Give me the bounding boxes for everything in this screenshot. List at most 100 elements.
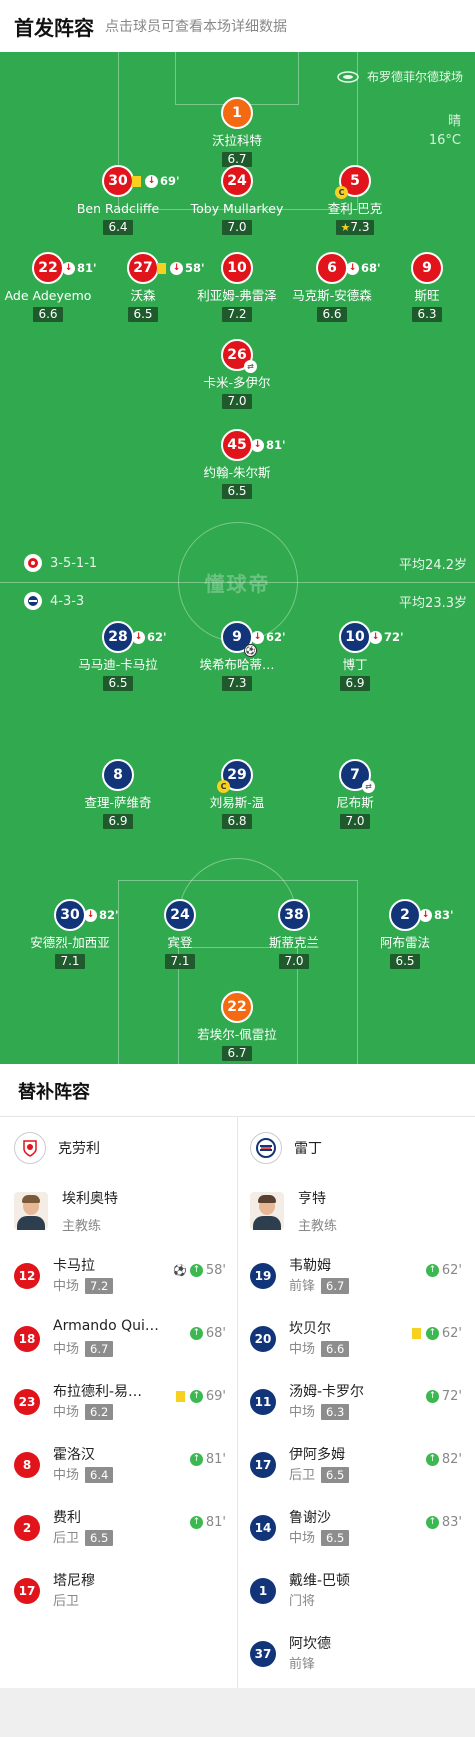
player-position: 中场 7.2 — [53, 1275, 114, 1294]
sub-minute: 62' — [147, 630, 167, 644]
away-player[interactable]: 29 C 刘易斯-温 6.8 — [177, 759, 297, 829]
sub-on-event: ↑ 62' — [411, 1326, 462, 1341]
jersey-number: 22 — [221, 991, 253, 1023]
captain-icon: C — [217, 780, 230, 793]
away-coach[interactable]: 亨特 主教练 — [250, 1188, 337, 1234]
home-substitute-row[interactable]: 17 塔尼穆 后卫 — [14, 1570, 226, 1620]
away-substitute-row[interactable]: 20 坎贝尔 中场 6.6 ↑ 62' — [250, 1318, 462, 1368]
player-name: Ben Radcliffe — [76, 201, 160, 216]
position-text: 前锋 — [289, 1279, 316, 1294]
sub-off-indicator: ↓ 81' — [251, 431, 286, 459]
jersey-number: 38 — [278, 899, 310, 931]
away-substitute-row[interactable]: 14 鲁谢沙 中场 6.5 ↑ 83' — [250, 1507, 462, 1557]
sub-on-event: ↑ 68' — [189, 1326, 226, 1341]
home-player[interactable]: 45 ↓ 81' 约翰-朱尔斯 6.5 — [177, 429, 297, 499]
player-name: 约翰-朱尔斯 — [203, 465, 271, 480]
away-substitute-row[interactable]: 19 韦勒姆 前锋 6.7 ↑ 62' — [250, 1255, 462, 1305]
sub-minute: 72' — [384, 630, 404, 644]
sub-on-event: ↑ 81' — [189, 1515, 226, 1530]
away-player[interactable]: 38 斯蒂克兰 7.0 — [234, 899, 354, 969]
player-name: 宾登 — [167, 935, 193, 950]
jersey-number: 27 ↓ 58' — [127, 252, 205, 284]
substitution-icon: ↓ — [132, 630, 145, 644]
jersey-number: 30 ↓ 82' — [54, 899, 119, 931]
rating-value: 6.4 — [108, 220, 128, 234]
home-player[interactable]: 26 ⇄ 卡米-多伊尔 7.0 — [177, 339, 297, 409]
away-substitute-row[interactable]: 1 戴维-巴顿 门将 — [250, 1570, 462, 1620]
player-name: 汤姆-卡罗尔 — [289, 1384, 365, 1400]
player-rating: 7.0 — [222, 220, 252, 235]
sub-off-indicator: ↓ 83' — [419, 901, 454, 929]
player-rating: 6.7 — [85, 1341, 114, 1357]
home-substitute-row[interactable]: 18 Armando Quit… 中场 6.7 ↑ 68' — [14, 1318, 226, 1368]
player-rating: 6.5 — [222, 484, 252, 499]
away-substitute-row[interactable]: 37 阿坎德 前锋 — [250, 1633, 462, 1683]
position-text: 中场 — [289, 1342, 316, 1357]
jersey-number: 1 — [221, 97, 253, 129]
player-name: 沃拉科特 — [211, 133, 262, 148]
rating-value: 6.6 — [38, 307, 58, 321]
player-rating: 6.9 — [103, 814, 133, 829]
player-rating: 7.2 — [85, 1278, 114, 1294]
home-substitute-row[interactable]: 8 霍洛汉 中场 6.4 ↑ 81' — [14, 1444, 226, 1494]
yellow-card-icon — [132, 175, 141, 187]
player-rating: 6.5 — [85, 1530, 114, 1546]
home-substitute-row[interactable]: 23 布拉德利-易… 中场 6.2 ↑ 69' — [14, 1381, 226, 1431]
away-player[interactable]: 22 若埃尔-佩雷拉 6.7 — [177, 991, 297, 1061]
away-player[interactable]: 28 ↓ 62' 马马迪-卡马拉 6.5 — [58, 621, 178, 691]
jersey-number: 17 — [250, 1452, 276, 1478]
away-team-header[interactable]: 雷丁 — [250, 1132, 322, 1164]
player-name: 查利-巴克 — [327, 201, 383, 216]
player-name: 鲁谢沙 — [289, 1510, 331, 1526]
jersey-number: 23 — [14, 1389, 40, 1415]
weather-info: 晴 16°C — [429, 112, 461, 150]
crawley-logo-icon — [14, 1132, 46, 1164]
sub-on-icon: ↑ — [425, 1516, 439, 1529]
sub-minute: 62' — [441, 1326, 462, 1341]
rating-value: 7.1 — [60, 954, 80, 968]
away-substitute-row[interactable]: 17 伊阿多姆 后卫 6.5 ↑ 82' — [250, 1444, 462, 1494]
player-name: 博丁 — [342, 657, 368, 672]
home-coach[interactable]: 埃利奥特 主教练 — [14, 1188, 118, 1234]
away-player[interactable]: 24 宾登 7.1 — [120, 899, 240, 969]
substitution-icon: ↓ — [62, 261, 75, 275]
home-player[interactable]: 9 斯旺 6.3 — [367, 252, 475, 322]
away-player[interactable]: 2 ↓ 83' 阿布雷法 6.5 — [345, 899, 465, 969]
swap-icon: ⇄ — [244, 360, 257, 373]
rating-value: 6.5 — [108, 676, 128, 690]
home-player[interactable]: 1 沃拉科特 6.7 — [177, 97, 297, 167]
jersey-number: 26 ⇄ — [221, 339, 257, 373]
away-player[interactable]: 9 ↓ 62' ⚽ 埃希布哈蒂… 7.3 — [177, 621, 297, 691]
home-substitute-row[interactable]: 12 卡马拉 中场 7.2 ⚽ ↑ 58' — [14, 1255, 226, 1305]
jersey-number: 17 — [14, 1578, 40, 1604]
home-player[interactable]: 30 ↓ 69' Ben Radcliffe 6.4 — [58, 165, 180, 235]
player-name: 卡马拉 — [53, 1258, 95, 1274]
away-player[interactable]: 30 ↓ 82' 安德烈-加西亚 7.1 — [10, 899, 130, 969]
away-coach-avatar — [250, 1192, 284, 1230]
player-position: 中场 6.2 — [53, 1401, 114, 1420]
substitution-icon: ↓ — [251, 630, 264, 644]
player-name: 卡米-多伊尔 — [203, 375, 271, 390]
ball-icon: ⚽ — [173, 1264, 187, 1277]
home-player[interactable]: 24 Toby Mullarkey 7.0 — [177, 165, 297, 235]
home-substitute-row[interactable]: 2 费利 后卫 6.5 ↑ 81' — [14, 1507, 226, 1557]
lineup-hint: 点击球员可查看本场详细数据 — [105, 19, 287, 35]
rating-value: 6.5 — [395, 954, 415, 968]
player-rating: 6.5 — [390, 954, 420, 969]
home-player[interactable]: 5 C 查利-巴克 ★7.3 — [295, 165, 415, 235]
away-player[interactable]: 7 ⇄ 尼布斯 7.0 — [295, 759, 415, 829]
player-rating: 6.6 — [33, 307, 63, 322]
away-substitute-row[interactable]: 11 汤姆-卡罗尔 中场 6.3 ↑ 72' — [250, 1381, 462, 1431]
yellow-card-icon — [411, 1328, 421, 1339]
player-rating: 6.3 — [412, 307, 442, 322]
jersey-number: 28 ↓ 62' — [102, 621, 167, 653]
player-name: Toby Mullarkey — [190, 201, 284, 216]
substitution-icon: ↓ — [346, 261, 359, 275]
home-team-header[interactable]: 克劳利 — [14, 1132, 100, 1164]
sub-minute: 72' — [441, 1389, 462, 1404]
away-player[interactable]: 10 ↓ 72' 博丁 6.9 — [295, 621, 415, 691]
away-player[interactable]: 8 查理-萨维奇 6.9 — [58, 759, 178, 829]
position-text: 后卫 — [289, 1468, 316, 1483]
player-rating: 6.5 — [128, 307, 158, 322]
player-name: 安德烈-加西亚 — [30, 935, 110, 950]
